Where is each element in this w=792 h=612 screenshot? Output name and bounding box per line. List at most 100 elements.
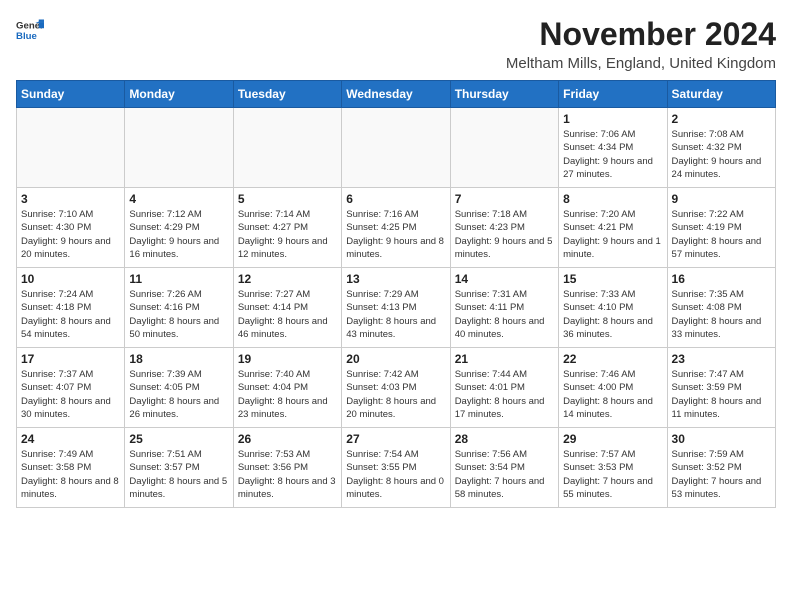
day-number: 25	[129, 432, 228, 446]
day-info: Sunrise: 7:29 AMSunset: 4:13 PMDaylight:…	[346, 288, 445, 341]
calendar-day-cell: 17 Sunrise: 7:37 AMSunset: 4:07 PMDayligh…	[17, 348, 125, 428]
day-number: 22	[563, 352, 662, 366]
day-number: 18	[129, 352, 228, 366]
day-info: Sunrise: 7:44 AMSunset: 4:01 PMDaylight:…	[455, 368, 554, 421]
day-info: Sunrise: 7:53 AMSunset: 3:56 PMDaylight:…	[238, 448, 337, 501]
day-info: Sunrise: 7:12 AMSunset: 4:29 PMDaylight:…	[129, 208, 228, 261]
calendar-day-cell: 5 Sunrise: 7:14 AMSunset: 4:27 PMDaylight…	[233, 188, 341, 268]
day-of-week-header: Tuesday	[233, 81, 341, 108]
day-info: Sunrise: 7:24 AMSunset: 4:18 PMDaylight:…	[21, 288, 120, 341]
calendar-day-cell	[233, 108, 341, 188]
calendar-day-cell: 18 Sunrise: 7:39 AMSunset: 4:05 PMDayligh…	[125, 348, 233, 428]
calendar-day-cell: 4 Sunrise: 7:12 AMSunset: 4:29 PMDaylight…	[125, 188, 233, 268]
calendar-day-cell: 26 Sunrise: 7:53 AMSunset: 3:56 PMDayligh…	[233, 428, 341, 508]
calendar-day-cell: 1 Sunrise: 7:06 AMSunset: 4:34 PMDaylight…	[559, 108, 667, 188]
day-number: 13	[346, 272, 445, 286]
day-number: 20	[346, 352, 445, 366]
calendar-day-cell: 3Sunrise: 7:10 AMSunset: 4:30 PMDaylight…	[17, 188, 125, 268]
calendar-day-cell	[450, 108, 558, 188]
month-title: November 2024	[506, 16, 776, 53]
calendar-body: 1 Sunrise: 7:06 AMSunset: 4:34 PMDaylight…	[17, 108, 776, 508]
calendar-day-cell	[342, 108, 450, 188]
day-info: Sunrise: 7:54 AMSunset: 3:55 PMDaylight:…	[346, 448, 445, 501]
calendar-day-cell: 20Sunrise: 7:42 AMSunset: 4:03 PMDayligh…	[342, 348, 450, 428]
day-info: Sunrise: 7:37 AMSunset: 4:07 PMDaylight:…	[21, 368, 120, 421]
calendar-table: SundayMondayTuesdayWednesdayThursdayFrid…	[16, 80, 776, 508]
logo: General Blue	[16, 16, 44, 44]
location-subtitle: Meltham Mills, England, United Kingdom	[506, 55, 776, 72]
calendar-day-cell: 13 Sunrise: 7:29 AMSunset: 4:13 PMDayligh…	[342, 268, 450, 348]
day-info: Sunrise: 7:59 AMSunset: 3:52 PMDaylight:…	[672, 448, 771, 501]
day-info: Sunrise: 7:39 AMSunset: 4:05 PMDaylight:…	[129, 368, 228, 421]
calendar-day-cell: 23Sunrise: 7:47 AMSunset: 3:59 PMDayligh…	[667, 348, 775, 428]
day-of-week-header: Wednesday	[342, 81, 450, 108]
day-number: 27	[346, 432, 445, 446]
calendar-day-cell: 14Sunrise: 7:31 AMSunset: 4:11 PMDayligh…	[450, 268, 558, 348]
calendar-day-cell	[125, 108, 233, 188]
day-number: 30	[672, 432, 771, 446]
day-number: 4	[129, 192, 228, 206]
day-info: Sunrise: 7:18 AMSunset: 4:23 PMDaylight:…	[455, 208, 554, 261]
day-info: Sunrise: 7:51 AMSunset: 3:57 PMDaylight:…	[129, 448, 228, 501]
day-info: Sunrise: 7:14 AMSunset: 4:27 PMDaylight:…	[238, 208, 337, 261]
day-number: 10	[21, 272, 120, 286]
calendar-day-cell: 29Sunrise: 7:57 AMSunset: 3:53 PMDayligh…	[559, 428, 667, 508]
day-info: Sunrise: 7:16 AMSunset: 4:25 PMDaylight:…	[346, 208, 445, 261]
day-number: 6	[346, 192, 445, 206]
day-number: 29	[563, 432, 662, 446]
calendar-day-cell: 19 Sunrise: 7:40 AMSunset: 4:04 PMDayligh…	[233, 348, 341, 428]
calendar-day-cell: 22 Sunrise: 7:46 AMSunset: 4:00 PMDayligh…	[559, 348, 667, 428]
day-info: Sunrise: 7:06 AMSunset: 4:34 PMDaylight:…	[563, 128, 662, 181]
calendar-day-cell: 8 Sunrise: 7:20 AMSunset: 4:21 PMDaylight…	[559, 188, 667, 268]
day-info: Sunrise: 7:35 AMSunset: 4:08 PMDaylight:…	[672, 288, 771, 341]
calendar-day-cell: 21 Sunrise: 7:44 AMSunset: 4:01 PMDayligh…	[450, 348, 558, 428]
calendar-day-cell: 6 Sunrise: 7:16 AMSunset: 4:25 PMDaylight…	[342, 188, 450, 268]
day-info: Sunrise: 7:40 AMSunset: 4:04 PMDaylight:…	[238, 368, 337, 421]
day-of-week-header: Sunday	[17, 81, 125, 108]
calendar-day-cell: 9Sunrise: 7:22 AMSunset: 4:19 PMDaylight…	[667, 188, 775, 268]
calendar-day-cell: 10 Sunrise: 7:24 AMSunset: 4:18 PMDayligh…	[17, 268, 125, 348]
day-number: 21	[455, 352, 554, 366]
calendar-week-row: 17 Sunrise: 7:37 AMSunset: 4:07 PMDayligh…	[17, 348, 776, 428]
calendar-day-cell: 27 Sunrise: 7:54 AMSunset: 3:55 PMDayligh…	[342, 428, 450, 508]
svg-text:Blue: Blue	[16, 31, 37, 42]
day-number: 1	[563, 112, 662, 126]
calendar-week-row: 3Sunrise: 7:10 AMSunset: 4:30 PMDaylight…	[17, 188, 776, 268]
calendar-day-cell: 24 Sunrise: 7:49 AMSunset: 3:58 PMDayligh…	[17, 428, 125, 508]
day-number: 24	[21, 432, 120, 446]
day-info: Sunrise: 7:26 AMSunset: 4:16 PMDaylight:…	[129, 288, 228, 341]
calendar-week-row: 10 Sunrise: 7:24 AMSunset: 4:18 PMDayligh…	[17, 268, 776, 348]
day-info: Sunrise: 7:46 AMSunset: 4:00 PMDaylight:…	[563, 368, 662, 421]
day-of-week-header: Monday	[125, 81, 233, 108]
title-area: November 2024 Meltham Mills, England, Un…	[506, 16, 776, 72]
calendar-week-row: 1 Sunrise: 7:06 AMSunset: 4:34 PMDaylight…	[17, 108, 776, 188]
day-number: 15	[563, 272, 662, 286]
day-info: Sunrise: 7:56 AMSunset: 3:54 PMDaylight:…	[455, 448, 554, 501]
calendar-day-cell: 28 Sunrise: 7:56 AMSunset: 3:54 PMDayligh…	[450, 428, 558, 508]
day-number: 16	[672, 272, 771, 286]
day-info: Sunrise: 7:20 AMSunset: 4:21 PMDaylight:…	[563, 208, 662, 261]
day-info: Sunrise: 7:47 AMSunset: 3:59 PMDaylight:…	[672, 368, 771, 421]
day-info: Sunrise: 7:33 AMSunset: 4:10 PMDaylight:…	[563, 288, 662, 341]
day-number: 28	[455, 432, 554, 446]
day-number: 8	[563, 192, 662, 206]
calendar-day-cell: 12Sunrise: 7:27 AMSunset: 4:14 PMDayligh…	[233, 268, 341, 348]
day-of-week-header: Thursday	[450, 81, 558, 108]
day-number: 17	[21, 352, 120, 366]
day-info: Sunrise: 7:31 AMSunset: 4:11 PMDaylight:…	[455, 288, 554, 341]
day-of-week-header: Saturday	[667, 81, 775, 108]
day-number: 26	[238, 432, 337, 446]
day-info: Sunrise: 7:27 AMSunset: 4:14 PMDaylight:…	[238, 288, 337, 341]
day-info: Sunrise: 7:08 AMSunset: 4:32 PMDaylight:…	[672, 128, 771, 181]
calendar-day-cell	[17, 108, 125, 188]
day-number: 2	[672, 112, 771, 126]
page-header: General Blue November 2024 Meltham Mills…	[16, 16, 776, 72]
day-of-week-header: Friday	[559, 81, 667, 108]
day-info: Sunrise: 7:49 AMSunset: 3:58 PMDaylight:…	[21, 448, 120, 501]
calendar-day-cell: 15 Sunrise: 7:33 AMSunset: 4:10 PMDayligh…	[559, 268, 667, 348]
day-number: 19	[238, 352, 337, 366]
calendar-day-cell: 2 Sunrise: 7:08 AMSunset: 4:32 PMDaylight…	[667, 108, 775, 188]
day-number: 11	[129, 272, 228, 286]
day-number: 5	[238, 192, 337, 206]
day-number: 7	[455, 192, 554, 206]
